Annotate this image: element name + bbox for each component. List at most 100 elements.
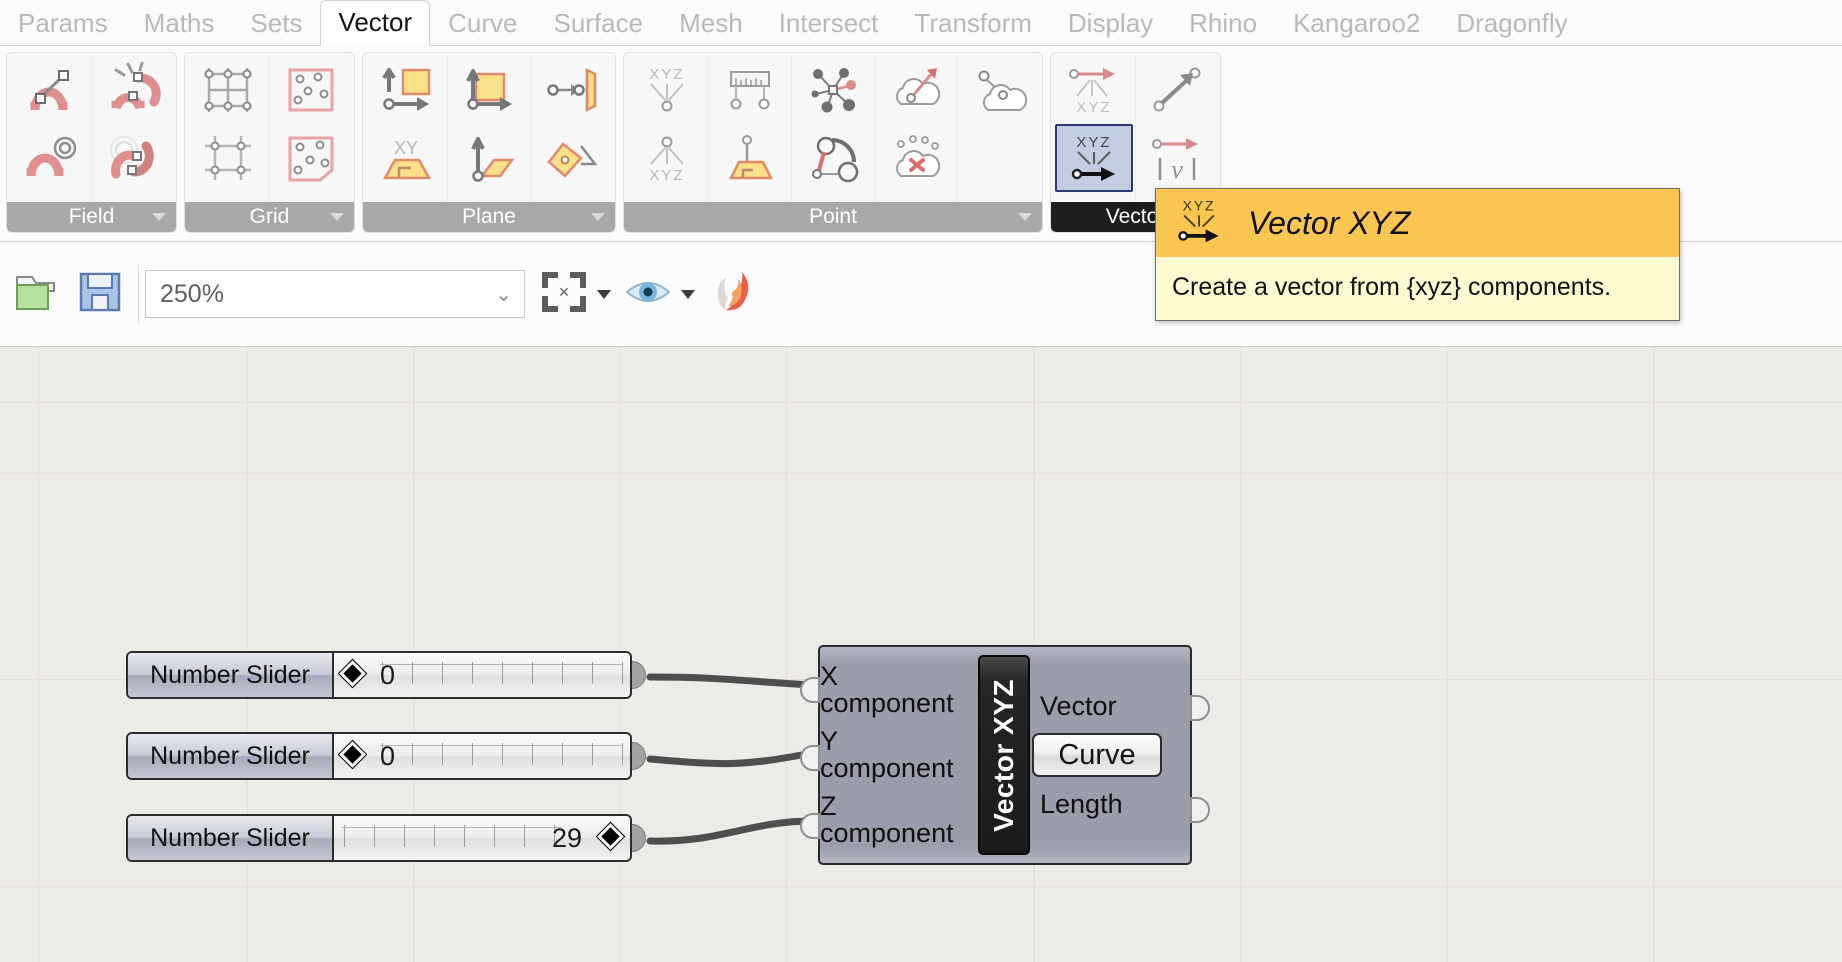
plane-col-3 <box>531 56 613 202</box>
tab-intersect[interactable]: Intersect <box>761 10 897 45</box>
field-point-button[interactable] <box>11 124 89 192</box>
tab-transform[interactable]: Transform <box>896 10 1050 45</box>
tab-maths[interactable]: Maths <box>126 10 233 45</box>
curve-param-capsule[interactable]: Curve <box>1032 733 1162 777</box>
tab-mesh[interactable]: Mesh <box>661 10 761 45</box>
component-inputs: X component Y component Z component <box>820 647 978 863</box>
input-nub-y[interactable] <box>800 745 820 771</box>
vector-xyz-button[interactable]: XYZ <box>1055 124 1133 192</box>
number-slider-z-body[interactable]: Number Slider 29 <box>126 814 632 862</box>
number-slider-y-track[interactable]: 0 <box>334 734 630 778</box>
closest-point-button[interactable] <box>794 124 872 192</box>
plane-normal-icon <box>377 64 435 116</box>
floppy-disk-icon <box>76 269 126 320</box>
zoom-extents-dropdown-icon[interactable] <box>597 290 611 299</box>
plane-offset-button[interactable] <box>533 56 611 124</box>
grid-group-label-text: Grid <box>250 205 290 229</box>
svg-text:×: × <box>559 282 570 302</box>
distance-button[interactable] <box>711 56 789 124</box>
point-group-label-text: Point <box>809 205 857 229</box>
deconstruct-vector-button[interactable]: XYZ <box>1055 56 1133 124</box>
construct-plane-button[interactable] <box>450 56 528 124</box>
input-y-component[interactable]: Y component <box>820 728 970 782</box>
deconstruct-point-button[interactable]: XYZ <box>628 124 706 192</box>
plane-rotate-icon <box>543 132 601 184</box>
tab-params[interactable]: Params <box>0 10 126 45</box>
grid-group-chevron-down-icon[interactable] <box>330 213 344 221</box>
zoom-level-combobox[interactable]: 250% ⌄ <box>145 270 525 318</box>
point-cloud-vector-button[interactable] <box>877 56 955 124</box>
bake-flame-icon <box>708 268 756 321</box>
tooltip-description: Create a vector from {xyz} components. <box>1156 257 1679 320</box>
vector-col-1: XYZ XYZ <box>1053 56 1136 202</box>
output-length[interactable]: Length <box>1040 791 1123 818</box>
plane-xy-button[interactable]: XY <box>367 124 445 192</box>
number-slider-y-body[interactable]: Number Slider 0 <box>126 732 632 780</box>
component-title-bar[interactable]: Vector XYZ <box>978 655 1030 855</box>
plane-fit-icon <box>460 132 518 184</box>
number-slider-z-track[interactable]: 29 <box>334 816 630 860</box>
number-slider-y[interactable]: Number Slider 0 <box>126 732 646 780</box>
save-file-button[interactable] <box>70 263 132 325</box>
open-file-button[interactable] <box>8 263 70 325</box>
point-group-chevron-down-icon[interactable] <box>1018 213 1032 221</box>
populate-3d-icon <box>282 132 340 184</box>
vector-2pt-button[interactable] <box>1138 56 1216 124</box>
populate-2d-button[interactable] <box>272 56 350 124</box>
tab-display[interactable]: Display <box>1050 10 1171 45</box>
grasshopper-canvas[interactable]: Curve Number Slider 0 <box>0 347 1842 962</box>
tab-sets[interactable]: Sets <box>232 10 320 45</box>
point-groups-button[interactable] <box>794 56 872 124</box>
plane-group-label[interactable]: Plane <box>363 202 615 232</box>
zoom-extents-button[interactable]: × <box>533 263 595 325</box>
number-slider-z[interactable]: Number Slider 29 <box>126 814 646 862</box>
input-nub-z[interactable] <box>800 813 820 839</box>
field-line-button[interactable] <box>11 56 89 124</box>
ribbon-group-plane: XY <box>362 52 616 233</box>
input-nub-x[interactable] <box>800 677 820 703</box>
construct-point-button[interactable]: XYZ <box>628 56 706 124</box>
chevron-down-icon[interactable]: ⌄ <box>495 282 512 307</box>
output-vector[interactable]: Vector <box>1040 693 1117 720</box>
point-col-1: XYZ <box>626 56 709 202</box>
preview-toggle-button[interactable] <box>617 263 679 325</box>
curve-param[interactable]: Curve <box>1018 733 1176 777</box>
preview-dropdown-icon[interactable] <box>681 290 695 299</box>
tab-surface[interactable]: Surface <box>536 10 662 45</box>
rotate-plane-button[interactable] <box>533 124 611 192</box>
cloud-closest-point-button[interactable] <box>960 56 1038 124</box>
tab-rhino[interactable]: Rhino <box>1171 10 1275 45</box>
bake-button[interactable] <box>701 263 763 325</box>
cloud-close-icon <box>970 64 1028 116</box>
field-group-label[interactable]: Field <box>7 202 176 232</box>
plane-fit-button[interactable] <box>450 124 528 192</box>
number-slider-x-body[interactable]: Number Slider 0 <box>126 651 632 699</box>
svg-text:XY: XY <box>394 138 418 158</box>
field-merge-button[interactable] <box>94 124 172 192</box>
plane-group-label-text: Plane <box>462 205 516 229</box>
ribbon-group-grid: Grid <box>184 52 355 233</box>
tab-vector[interactable]: Vector <box>320 0 430 46</box>
tab-curve[interactable]: Curve <box>430 10 535 45</box>
grid-group-label[interactable]: Grid <box>185 202 354 232</box>
input-z-component[interactable]: Z component <box>820 793 970 847</box>
cloud-arrow-icon <box>887 64 945 116</box>
point-cloud-section-button[interactable] <box>877 124 955 192</box>
populate-3d-button[interactable] <box>272 124 350 192</box>
rectangular-grid-button[interactable] <box>189 56 267 124</box>
input-x-component[interactable]: X component <box>820 663 970 717</box>
plane-group-chevron-down-icon[interactable] <box>591 213 605 221</box>
number-slider-x-track[interactable]: 0 <box>334 653 630 697</box>
number-slider-x[interactable]: Number Slider 0 <box>126 651 646 699</box>
point-on-plane-button[interactable] <box>711 124 789 192</box>
vector-length-button[interactable]: v <box>1138 124 1216 192</box>
square-grid-button[interactable] <box>189 124 267 192</box>
tab-kangaroo2[interactable]: Kangaroo2 <box>1275 10 1438 45</box>
number-slider-x-value: 0 <box>380 660 395 691</box>
point-group-label[interactable]: Point <box>624 202 1042 232</box>
field-break-button[interactable] <box>94 56 172 124</box>
plane-normal-button[interactable] <box>367 56 445 124</box>
curve-param-label: Curve <box>1058 739 1135 772</box>
tab-dragonfly[interactable]: Dragonfly <box>1438 10 1585 45</box>
field-group-chevron-down-icon[interactable] <box>152 213 166 221</box>
